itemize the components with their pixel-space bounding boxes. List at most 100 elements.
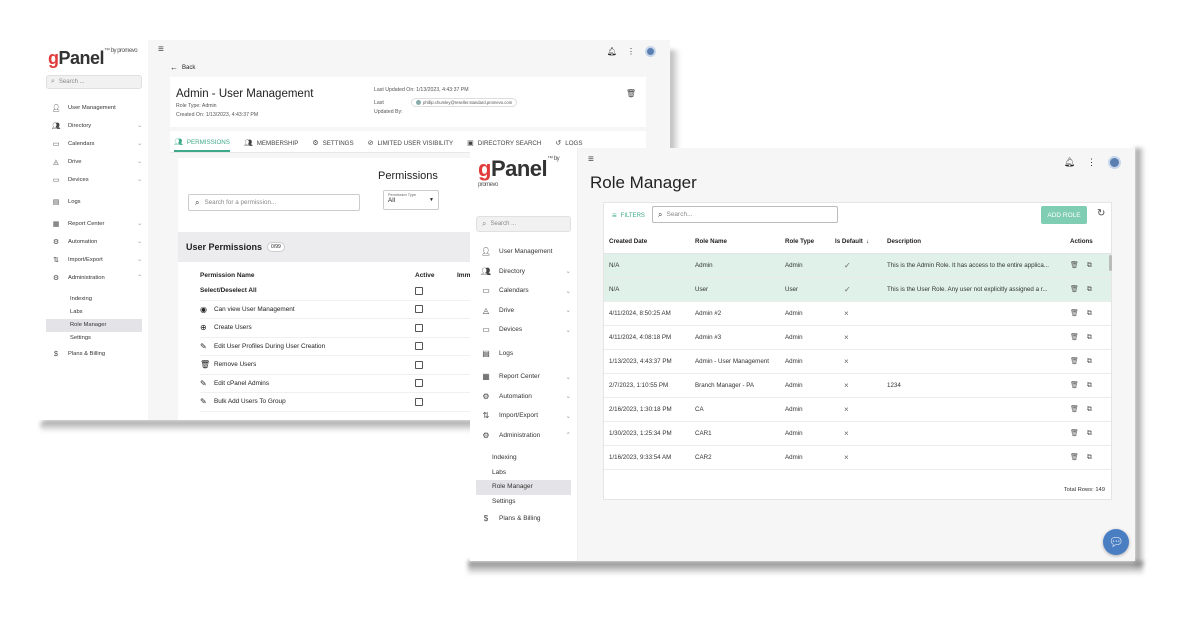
sidebar-item-calendars[interactable]: ▭ Calendars ⌄ [46, 135, 142, 153]
role-name-cell: Branch Manager - PA [690, 373, 780, 398]
tab-permissions[interactable]: 👥︎ PERMISSIONS [174, 134, 230, 152]
delete-icon[interactable]: 🗑︎ [1070, 454, 1079, 461]
bell-icon[interactable]: 🔔︎ [1064, 157, 1075, 168]
sidebar-item-administration[interactable]: ⚙ Administration ⌃ [476, 426, 571, 446]
column-header-description[interactable]: Description [882, 231, 1065, 254]
more-vert-icon[interactable]: ⋮ [627, 47, 635, 56]
sidebar-item-logs[interactable]: ▤ Logs [476, 344, 571, 364]
column-header-is-default[interactable]: Is Default ↓ [830, 231, 882, 254]
avatar[interactable] [645, 46, 656, 57]
column-header-created-date[interactable]: Created Date [604, 231, 690, 254]
hamburger-menu-icon[interactable]: ≡ [158, 44, 164, 55]
sidebar-subitem-indexing[interactable]: Indexing [476, 451, 571, 466]
sidebar-item-directory[interactable]: 👥︎ Directory ⌄ [46, 117, 142, 135]
sidebar-subitem-labs[interactable]: Labs [476, 466, 571, 481]
close-icon: × [830, 349, 882, 374]
delete-icon[interactable]: 🗑︎ [1070, 334, 1079, 341]
sidebar-subitem-indexing[interactable]: Indexing [46, 293, 142, 306]
sidebar-item-automation[interactable]: ⚙ Automation ⌄ [476, 387, 571, 407]
sidebar-item-import-export[interactable]: ⇅ Import/Export ⌄ [476, 406, 571, 426]
active-checkbox[interactable] [415, 342, 423, 351]
table-row[interactable]: 1/16/2023, 9:33:54 AM CAR2 Admin × 🗑︎ ⧉ [604, 445, 1111, 470]
roles-search-input[interactable]: ⌕ Search... [652, 206, 838, 223]
scrollbar[interactable] [1109, 255, 1112, 271]
copy-icon[interactable]: ⧉ [1087, 286, 1092, 293]
back-button[interactable]: ← Back [170, 63, 195, 72]
role-type-cell: Admin [780, 445, 830, 470]
tab-settings[interactable]: ⚙ SETTINGS [312, 134, 353, 152]
table-row[interactable]: 2/7/2023, 1:10:55 PM Branch Manager - PA… [604, 373, 1111, 398]
chat-fab-button[interactable]: 💬︎ [1103, 529, 1129, 555]
avatar[interactable] [1108, 156, 1121, 169]
permission-row: ✎ Edit cPanel Admins [200, 375, 478, 393]
sidebar-item-drive[interactable]: ◬ Drive ⌄ [476, 301, 571, 321]
hamburger-menu-icon[interactable]: ≡ [588, 154, 594, 165]
column-header-role-type[interactable]: Role Type [780, 231, 830, 254]
sidebar-item-report-center[interactable]: ▦ Report Center ⌄ [476, 367, 571, 387]
permission-search-input[interactable]: ⌕ Search for a permission... [188, 194, 360, 211]
sidebar-item-directory[interactable]: 👥︎ Directory ⌄ [476, 262, 571, 282]
delete-icon[interactable]: 🗑︎ [626, 89, 636, 98]
description-cell [882, 349, 1065, 374]
table-row[interactable]: 1/13/2023, 4:43:37 PM Admin - User Manag… [604, 349, 1111, 374]
sidebar-subitem-role-manager[interactable]: Role Manager [476, 480, 571, 495]
tab-membership[interactable]: 👥︎ MEMBERSHIP [244, 134, 299, 152]
sidebar-subitem-labs[interactable]: Labs [46, 306, 142, 319]
sidebar-subitem-role-manager[interactable]: Role Manager [46, 319, 142, 332]
active-checkbox[interactable] [415, 323, 423, 332]
copy-icon[interactable]: ⧉ [1087, 334, 1092, 341]
delete-icon[interactable]: 🗑︎ [1070, 262, 1079, 269]
delete-icon[interactable]: 🗑︎ [1070, 382, 1079, 389]
table-row[interactable]: 1/30/2023, 1:25:34 PM CAR1 Admin × 🗑︎ ⧉ [604, 421, 1111, 446]
permission-type-select[interactable]: Permission Type All ▼ [383, 190, 439, 210]
sidebar-item-calendars[interactable]: ▭ Calendars ⌄ [476, 281, 571, 301]
sidebar-search-input[interactable]: ⌕ Search ... [476, 216, 571, 232]
sidebar-item-administration[interactable]: ⚙ Administration ⌃ [46, 269, 142, 287]
active-checkbox[interactable] [415, 397, 423, 406]
copy-icon[interactable]: ⧉ [1087, 430, 1092, 437]
delete-icon[interactable]: 🗑︎ [1070, 430, 1079, 437]
sidebar-item-plans-billing[interactable]: $ Plans & Billing [476, 509, 571, 529]
table-row[interactable]: N/A Admin Admin ✓ This is the Admin Role… [604, 253, 1111, 278]
delete-icon[interactable]: 🗑︎ [1070, 286, 1079, 293]
sidebar-item-import-export[interactable]: ⇅ Import/Export ⌄ [46, 251, 142, 269]
table-row[interactable]: N/A User User ✓ This is the User Role. A… [604, 277, 1111, 302]
active-checkbox[interactable] [415, 286, 423, 295]
table-row[interactable]: 2/16/2023, 1:30:18 PM CA Admin × 🗑︎ ⧉ [604, 397, 1111, 422]
active-checkbox[interactable] [415, 360, 423, 369]
sidebar-item-user-management[interactable]: 👤︎ User Management [46, 99, 142, 117]
copy-icon[interactable]: ⧉ [1087, 382, 1092, 389]
filters-button[interactable]: ≡ FILTERS [612, 211, 645, 220]
active-checkbox[interactable] [415, 379, 423, 388]
sidebar-item-logs[interactable]: ▤ Logs [46, 193, 142, 211]
more-vert-icon[interactable]: ⋮ [1087, 157, 1096, 168]
copy-icon[interactable]: ⧉ [1087, 262, 1092, 269]
refresh-icon[interactable]: ↻ [1097, 208, 1105, 219]
table-row[interactable]: 4/11/2024, 8:50:25 AM Admin #2 Admin × 🗑… [604, 301, 1111, 326]
sidebar-item-devices[interactable]: ▭ Devices ⌄ [476, 320, 571, 340]
sidebar-item-plans-billing[interactable]: $ Plans & Billing [46, 345, 142, 363]
copy-icon[interactable]: ⧉ [1087, 406, 1092, 413]
copy-icon[interactable]: ⧉ [1087, 454, 1092, 461]
table-row[interactable]: 4/11/2024, 4:08:18 PM Admin #3 Admin × 🗑… [604, 325, 1111, 350]
column-header-role-name[interactable]: Role Name [690, 231, 780, 254]
copy-icon[interactable]: ⧉ [1087, 358, 1092, 365]
active-checkbox[interactable] [415, 305, 423, 314]
sidebar-subitem-settings[interactable]: Settings [46, 332, 142, 345]
sidebar-item-automation[interactable]: ⚙ Automation ⌄ [46, 233, 142, 251]
sidebar-item-drive[interactable]: ◬ Drive ⌄ [46, 153, 142, 171]
search-icon: ⌕ [482, 219, 487, 228]
delete-icon[interactable]: 🗑︎ [1070, 310, 1079, 317]
sidebar-item-report-center[interactable]: ▦ Report Center ⌄ [46, 215, 142, 233]
sidebar-search-input[interactable]: ⌕ Search ... [46, 75, 142, 89]
bell-icon[interactable]: 🔔︎ [607, 47, 617, 56]
add-role-button[interactable]: ADD ROLE [1041, 206, 1087, 224]
delete-icon[interactable]: 🗑︎ [1070, 358, 1079, 365]
copy-icon[interactable]: ⧉ [1087, 310, 1092, 317]
tab-limited-user-visibility[interactable]: ⊘ LIMITED USER VISIBILITY [368, 134, 454, 152]
chevron-down-icon: ⌄ [565, 393, 571, 401]
delete-icon[interactable]: 🗑︎ [1070, 406, 1079, 413]
sidebar-item-user-management[interactable]: 👤︎ User Management [476, 242, 571, 262]
sidebar-item-devices[interactable]: ▭ Devices ⌄ [46, 171, 142, 189]
sidebar-subitem-settings[interactable]: Settings [476, 495, 571, 510]
